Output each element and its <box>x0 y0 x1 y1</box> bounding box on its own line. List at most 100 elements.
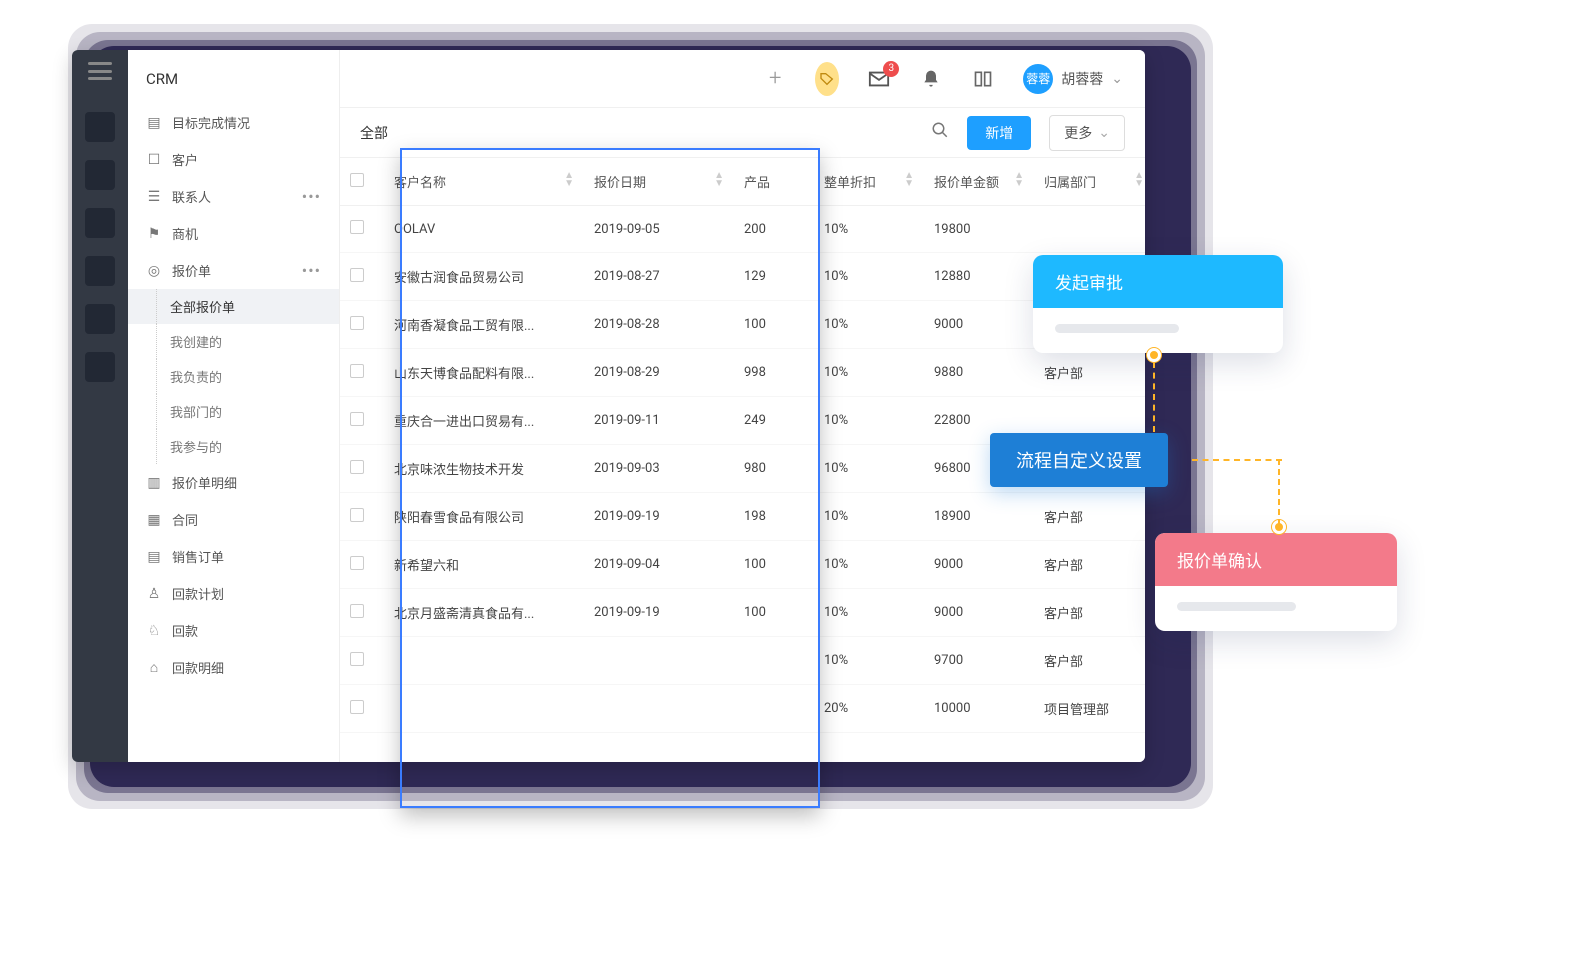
row-checkbox[interactable] <box>350 316 364 330</box>
sidebar-item-label: 目标完成情况 <box>172 113 250 132</box>
new-button[interactable]: 新增 <box>967 116 1031 150</box>
rail-item[interactable] <box>85 256 115 286</box>
cell-customer-name: 山东天博食品配料有限... <box>384 349 584 397</box>
more-button[interactable]: 更多 ⌄ <box>1049 115 1125 151</box>
sidebar-sub-participated[interactable]: 我参与的 <box>128 429 339 464</box>
sidebar-item-opportunities[interactable]: ⚑ 商机 <box>128 215 339 252</box>
sidebar-item-contracts[interactable]: ▦ 合同 <box>128 501 339 538</box>
row-checkbox[interactable] <box>350 220 364 234</box>
sidebar-sub-created[interactable]: 我创建的 <box>128 324 339 359</box>
col-discount[interactable]: 整单折扣▲▼ <box>814 158 924 206</box>
cell-product: 198 <box>734 493 814 541</box>
tag-icon[interactable] <box>815 67 839 91</box>
cell-discount: 10% <box>814 589 924 637</box>
search-icon[interactable] <box>931 121 949 144</box>
cell-customer-name <box>384 685 584 733</box>
sidebar-item-contacts[interactable]: ☰ 联系人 ••• <box>128 178 339 215</box>
sidebar-item-sales-orders[interactable]: ▤ 销售订单 <box>128 538 339 575</box>
sidebar-sub-department[interactable]: 我部门的 <box>128 394 339 429</box>
plan-icon: ♙ <box>146 586 162 602</box>
row-checkbox[interactable] <box>350 556 364 570</box>
hamburger-icon[interactable] <box>88 62 112 80</box>
cell-department: 客户部 <box>1034 349 1145 397</box>
cell-customer-name: 安徽古润食品贸易公司 <box>384 253 584 301</box>
sidebar-item-payment-details[interactable]: ⌂ 回款明细 <box>128 649 339 686</box>
more-icon[interactable]: ••• <box>302 187 321 206</box>
col-product[interactable]: 产品 <box>734 158 814 206</box>
sort-icon: ▲▼ <box>1014 172 1024 188</box>
sidebar-item-quote-details[interactable]: ▥ 报价单明细 <box>128 464 339 501</box>
col-amount[interactable]: 报价单金额▲▼ <box>924 158 1034 206</box>
row-checkbox[interactable] <box>350 700 364 714</box>
plus-icon[interactable]: + <box>763 67 787 91</box>
sort-icon: ▲▼ <box>904 172 914 188</box>
cell-department: 项目管理部 <box>1034 685 1145 733</box>
cell-amount: 18900 <box>924 493 1034 541</box>
topbar: + 3 蓉蓉 胡蓉蓉 ⌄ <box>340 50 1145 108</box>
sort-icon: ▲▼ <box>564 172 574 188</box>
nav-rail <box>72 50 128 762</box>
sidebar-item-goals[interactable]: ▤ 目标完成情况 <box>128 104 339 141</box>
table-toolbar: 全部 新增 更多 ⌄ <box>340 108 1145 158</box>
rail-item[interactable] <box>85 208 115 238</box>
row-checkbox[interactable] <box>350 364 364 378</box>
row-checkbox[interactable] <box>350 508 364 522</box>
cell-amount: 9880 <box>924 349 1034 397</box>
table-row[interactable]: OOLAV2019-09-0520010%19800 <box>340 206 1145 253</box>
table-row[interactable]: 10%9700客户部 <box>340 637 1145 685</box>
rail-item[interactable] <box>85 112 115 142</box>
sidebar-sub-all-quotes[interactable]: 全部报价单 <box>128 289 339 324</box>
book-icon[interactable] <box>971 67 995 91</box>
row-checkbox[interactable] <box>350 460 364 474</box>
sidebar-item-customers[interactable]: ☐ 客户 <box>128 141 339 178</box>
col-quote-date[interactable]: 报价日期▲▼ <box>584 158 734 206</box>
table-row[interactable]: 新希望六和2019-09-0410010%9000客户部 <box>340 541 1145 589</box>
sidebar-item-payment-plan[interactable]: ♙ 回款计划 <box>128 575 339 612</box>
rail-item[interactable] <box>85 160 115 190</box>
chevron-down-icon: ⌄ <box>1098 124 1110 141</box>
connector-line <box>1278 459 1280 525</box>
row-checkbox[interactable] <box>350 412 364 426</box>
sidebar-item-label: 回款计划 <box>172 584 224 603</box>
col-customer-name[interactable]: 客户名称▲▼ <box>384 158 584 206</box>
bell-icon[interactable] <box>919 67 943 91</box>
sidebar-item-payments[interactable]: ♘ 回款 <box>128 612 339 649</box>
rail-item[interactable] <box>85 352 115 382</box>
table-row[interactable]: 山东天博食品配料有限...2019-08-2999810%9880客户部 <box>340 349 1145 397</box>
chevron-down-icon: ⌄ <box>1111 71 1123 87</box>
col-department[interactable]: 归属部门▲▼ <box>1034 158 1145 206</box>
cell-customer-name: 河南香凝食品工贸有限... <box>384 301 584 349</box>
detail-icon: ⌂ <box>146 660 162 676</box>
table-row[interactable]: 20%10000项目管理部 <box>340 685 1145 733</box>
sidebar-item-label: 合同 <box>172 510 198 529</box>
user-menu[interactable]: 蓉蓉 胡蓉蓉 ⌄ <box>1023 64 1123 94</box>
callout-title: 发起审批 <box>1033 255 1283 308</box>
table-row[interactable]: 安徽古润食品贸易公司2019-08-2712910%12880 <box>340 253 1145 301</box>
row-checkbox[interactable] <box>350 604 364 618</box>
cell-department: 客户部 <box>1034 637 1145 685</box>
cell-department: 客户部 <box>1034 589 1145 637</box>
cell-amount: 19800 <box>924 206 1034 253</box>
more-icon[interactable]: ••• <box>302 261 321 280</box>
avatar: 蓉蓉 <box>1023 64 1053 94</box>
table-row[interactable]: 陕阳春雪食品有限公司2019-09-1919810%18900客户部 <box>340 493 1145 541</box>
cell-customer-name: OOLAV <box>384 206 584 253</box>
table-row[interactable]: 河南香凝食品工贸有限...2019-08-2810010%9000 <box>340 301 1145 349</box>
sidebar-item-quotations[interactable]: ◎ 报价单 ••• <box>128 252 339 289</box>
row-checkbox[interactable] <box>350 268 364 282</box>
cell-customer-name: 陕阳春雪食品有限公司 <box>384 493 584 541</box>
cell-amount: 9000 <box>924 301 1034 349</box>
row-checkbox[interactable] <box>350 652 364 666</box>
sidebar-sub-responsible[interactable]: 我负责的 <box>128 359 339 394</box>
connector-line <box>1192 459 1282 461</box>
cell-customer-name: 北京月盛斋清真食品有... <box>384 589 584 637</box>
cell-quote-date: 2019-08-28 <box>584 301 734 349</box>
select-all-checkbox[interactable] <box>350 173 364 187</box>
sidebar-item-label: 商机 <box>172 224 198 243</box>
mail-icon[interactable]: 3 <box>867 67 891 91</box>
filter-label[interactable]: 全部 <box>360 123 388 143</box>
table-row[interactable]: 北京月盛斋清真食品有...2019-09-1910010%9000客户部 <box>340 589 1145 637</box>
rail-item[interactable] <box>85 304 115 334</box>
user-name: 胡蓉蓉 <box>1061 69 1103 89</box>
cell-amount: 12880 <box>924 253 1034 301</box>
